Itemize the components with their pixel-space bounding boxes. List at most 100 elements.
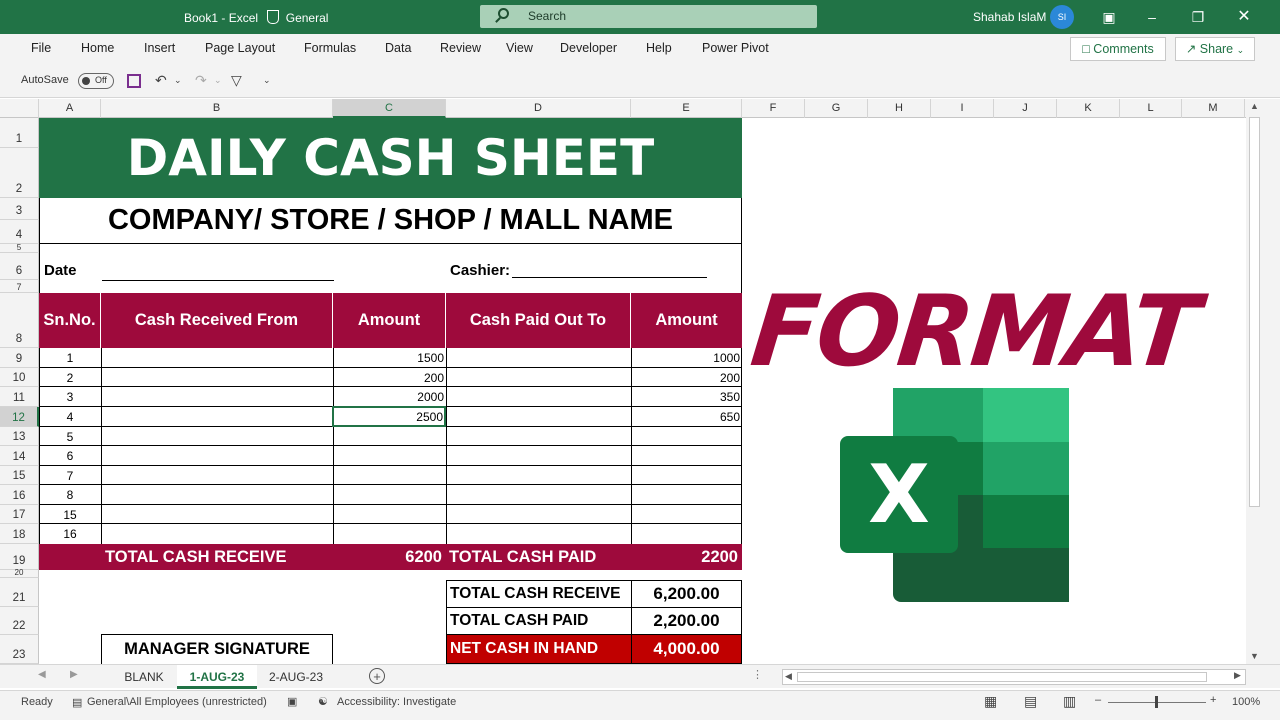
column-header-c[interactable]: C: [333, 99, 446, 118]
amount-out-cell[interactable]: 200: [631, 368, 740, 387]
redo-dropdown-icon[interactable]: ⌄: [214, 75, 222, 86]
column-header-j[interactable]: J: [994, 99, 1057, 118]
comments-button[interactable]: □ Comments: [1070, 37, 1166, 61]
minimize-icon[interactable]: –: [1143, 8, 1161, 26]
undo-dropdown-icon[interactable]: ⌄: [174, 75, 182, 86]
row-header[interactable]: 10: [0, 368, 39, 387]
macro-record-icon[interactable]: ▣: [287, 695, 297, 708]
sn-cell[interactable]: 7: [39, 466, 101, 485]
ribbon-display-icon[interactable]: ▣: [1100, 8, 1118, 26]
amount-out-cell[interactable]: 350: [631, 387, 740, 407]
amount-out-cell[interactable]: 1000: [631, 348, 740, 368]
header-amount-in[interactable]: Amount: [333, 293, 446, 348]
manager-signature-cell[interactable]: MANAGER SIGNATURE: [101, 634, 333, 664]
header-paid-to[interactable]: Cash Paid Out To: [446, 293, 631, 348]
row-header[interactable]: 3: [0, 198, 39, 220]
company-name-cell[interactable]: COMPANY/ STORE / SHOP / MALL NAME: [39, 198, 742, 244]
format-wordart[interactable]: FORMAT: [746, 275, 1228, 389]
zoom-level[interactable]: 100%: [1232, 696, 1260, 708]
share-button[interactable]: ↗ Share ⌄: [1175, 37, 1255, 61]
sn-cell[interactable]: 1: [39, 348, 101, 368]
filter-icon[interactable]: ▽: [231, 72, 242, 89]
column-header-g[interactable]: G: [805, 99, 868, 118]
menu-view[interactable]: View: [506, 41, 533, 55]
row-header[interactable]: 9: [0, 348, 39, 368]
column-header-l[interactable]: L: [1120, 99, 1182, 118]
amount-out-cell[interactable]: 650: [631, 407, 740, 427]
row-header[interactable]: 19: [0, 544, 39, 570]
amount-in-cell[interactable]: 2000: [333, 387, 444, 407]
column-header-m[interactable]: M: [1182, 99, 1245, 118]
vertical-scroll-thumb[interactable]: [1249, 117, 1260, 507]
summary-paid-label[interactable]: TOTAL CASH PAID: [446, 607, 632, 635]
search-box[interactable]: Search: [480, 5, 817, 28]
row-header[interactable]: 20: [0, 568, 39, 578]
menu-review[interactable]: Review: [440, 41, 481, 55]
row-header[interactable]: 1: [0, 118, 39, 148]
menu-page-layout[interactable]: Page Layout: [205, 41, 275, 55]
menu-data[interactable]: Data: [385, 41, 411, 55]
row-header[interactable]: 6: [0, 253, 39, 280]
add-sheet-icon[interactable]: +: [369, 668, 385, 684]
column-header-a[interactable]: A: [39, 99, 101, 118]
vertical-scrollbar[interactable]: ▲ ▼: [1246, 99, 1280, 664]
row-header[interactable]: 15: [0, 466, 39, 485]
menu-developer[interactable]: Developer: [560, 41, 617, 55]
total-paid-value[interactable]: 2200: [631, 548, 738, 567]
menu-file[interactable]: File: [31, 41, 51, 55]
tab-scroll-right-icon[interactable]: ▶: [70, 669, 78, 680]
summary-paid-value[interactable]: 2,200.00: [631, 607, 742, 635]
row-header[interactable]: 13: [0, 427, 39, 446]
sheet-tab-2-aug-23[interactable]: 2-AUG-23: [258, 665, 334, 689]
horizontal-scrollbar[interactable]: ◀: [782, 669, 1246, 685]
scroll-up-icon[interactable]: ▲: [1250, 101, 1259, 111]
zoom-in-icon[interactable]: +: [1210, 694, 1216, 706]
sn-cell[interactable]: 2: [39, 368, 101, 387]
summary-receive-value[interactable]: 6,200.00: [631, 580, 742, 608]
zoom-out-icon[interactable]: –: [1095, 694, 1101, 706]
row-header[interactable]: 8: [0, 293, 39, 348]
avatar[interactable]: SI: [1050, 5, 1074, 29]
menu-help[interactable]: Help: [646, 41, 672, 55]
column-header-i[interactable]: I: [931, 99, 994, 118]
row-header[interactable]: 22: [0, 607, 39, 635]
row-header[interactable]: 17: [0, 505, 39, 524]
scroll-down-icon[interactable]: ▼: [1250, 651, 1259, 661]
scroll-left-icon[interactable]: ◀: [785, 671, 792, 682]
header-received-from[interactable]: Cash Received From: [101, 293, 333, 348]
selected-cell[interactable]: 2500: [332, 406, 446, 427]
net-cash-value[interactable]: 4,000.00: [631, 634, 742, 664]
row-header[interactable]: 14: [0, 446, 39, 466]
column-header-d[interactable]: D: [446, 99, 631, 118]
net-cash-label[interactable]: NET CASH IN HAND: [446, 634, 632, 664]
column-header-f[interactable]: F: [742, 99, 805, 118]
row-header[interactable]: 21: [0, 578, 39, 607]
sensitivity-label[interactable]: General: [286, 11, 329, 25]
total-paid-label[interactable]: TOTAL CASH PAID: [449, 548, 596, 567]
row-header[interactable]: 16: [0, 485, 39, 505]
column-header-k[interactable]: K: [1057, 99, 1120, 118]
undo-icon[interactable]: ↶: [155, 72, 167, 89]
menu-power-pivot[interactable]: Power Pivot: [702, 41, 769, 55]
cashier-field-line[interactable]: [512, 277, 707, 278]
restore-icon[interactable]: ❐: [1189, 8, 1207, 26]
close-icon[interactable]: ✕: [1235, 8, 1253, 26]
row-header[interactable]: 5: [0, 243, 39, 253]
row-header[interactable]: 23: [0, 635, 39, 664]
sensitivity-status[interactable]: General\All Employees (unrestricted): [87, 696, 267, 708]
row-header[interactable]: 11: [0, 387, 39, 407]
customize-qat-icon[interactable]: ⌄: [263, 75, 271, 86]
select-all-corner[interactable]: [0, 99, 39, 118]
sheet-tab-blank[interactable]: BLANK: [112, 665, 176, 689]
tab-splitter-icon[interactable]: ⋮: [752, 668, 763, 681]
header-sn[interactable]: Sn.No.: [39, 293, 101, 348]
sn-cell[interactable]: 5: [39, 427, 101, 446]
sn-cell[interactable]: 15: [39, 505, 101, 524]
menu-insert[interactable]: Insert: [144, 41, 175, 55]
row-header[interactable]: 2: [0, 148, 39, 198]
amount-in-cell[interactable]: 1500: [333, 348, 444, 368]
menu-formulas[interactable]: Formulas: [304, 41, 356, 55]
tab-scroll-left-icon[interactable]: ◀: [38, 669, 46, 680]
normal-view-icon[interactable]: ▦: [984, 693, 997, 710]
menu-home[interactable]: Home: [81, 41, 114, 55]
